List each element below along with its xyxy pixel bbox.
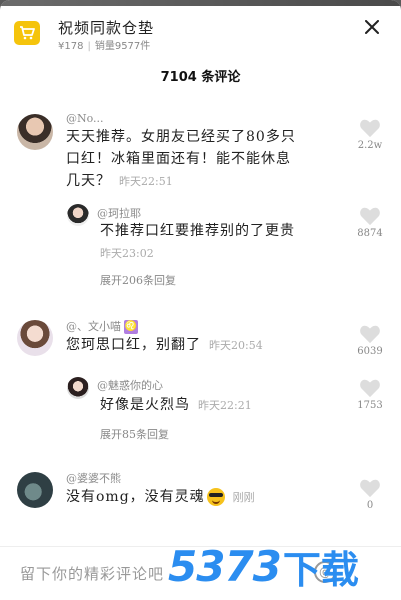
expand-replies-link[interactable]: 展开85条回复: [100, 426, 169, 442]
comment-input[interactable]: 留下你的精彩评论吧: [20, 563, 164, 584]
comment-text: 好像是火烈鸟 昨天22:21: [100, 394, 340, 417]
close-icon[interactable]: [361, 16, 383, 38]
comment-username[interactable]: @、文小喵 ♌: [66, 318, 138, 334]
comment-line: 您珂思口红，别翻了: [66, 337, 201, 353]
avatar[interactable]: [67, 377, 89, 399]
comment-text: 不推荐口红要推荐别的了更贵 昨天23:02: [100, 220, 340, 265]
comment-sheet: 祝频同款仓垫 ¥178 | 销量9577件 7104 条评论 @No... 天天推荐…: [0, 0, 401, 600]
product-price: ¥178: [58, 41, 84, 52]
username-text: @、文小喵: [66, 320, 121, 333]
sunglasses-emoji-icon: [206, 488, 225, 506]
comment-username[interactable]: @魅惑你的心: [97, 377, 163, 393]
comment-text: 没有omg，没有灵魂 刚刚: [66, 486, 336, 509]
product-bar[interactable]: 祝频同款仓垫 ¥178 | 销量9577件: [0, 8, 401, 54]
comment-line: 不推荐口红要推荐别的了更贵: [100, 223, 295, 239]
comment-time: 刚刚: [232, 491, 255, 504]
heart-icon: [360, 207, 380, 226]
watermark-logo: 5373 下载: [168, 536, 359, 596]
comment-line: 好像是火烈鸟: [100, 397, 190, 413]
comment-time: 昨天22:51: [119, 175, 173, 188]
avatar[interactable]: [17, 472, 53, 508]
avatar[interactable]: [17, 320, 53, 356]
comment-line: 口红！冰箱里面还有！能不能休息: [66, 151, 291, 167]
comment-line: 几天？: [66, 173, 111, 189]
comment-count-title: 7104 条评论: [160, 70, 241, 85]
comment-item: @婆婆不熊 没有omg，没有灵魂 刚刚 0: [0, 468, 401, 528]
cart-icon[interactable]: [14, 21, 40, 45]
expand-replies-link[interactable]: 展开206条回复: [100, 272, 176, 288]
comment-line: 没有omg，没有灵魂: [66, 489, 205, 505]
avatar[interactable]: [17, 114, 53, 150]
like-count: 6039: [357, 346, 383, 357]
comment-text: 天天推荐。女朋友已经买了80多只 口红！冰箱里面还有！能不能休息 几天？ 昨天22…: [66, 126, 336, 193]
reply-item: @珂拉耶 不推荐口红要推荐别的了更贵 昨天23:02 展开206条回复 8874: [0, 202, 401, 292]
watermark-number: 5373: [168, 541, 282, 591]
reply-item: @魅惑你的心 好像是火烈鸟 昨天22:21 展开85条回复 1753: [0, 374, 401, 444]
comment-time: 昨天23:02: [100, 247, 154, 260]
zodiac-badge: ♌: [124, 320, 138, 334]
like-count: 1753: [357, 400, 383, 411]
avatar[interactable]: [67, 204, 89, 226]
watermark-text: 下载: [282, 547, 359, 592]
meta-divider: |: [87, 41, 91, 52]
comment-text: 您珂思口红，别翻了 昨天20:54: [66, 334, 336, 357]
comment-time: 昨天22:21: [198, 399, 252, 412]
comment-time: 昨天20:54: [209, 339, 263, 352]
like-button[interactable]: 2.2w: [355, 118, 385, 151]
comment-username[interactable]: @No...: [66, 112, 104, 125]
like-button[interactable]: 6039: [355, 324, 385, 357]
heart-icon: [360, 325, 380, 344]
heart-icon: [360, 479, 380, 498]
like-button[interactable]: 0: [355, 478, 385, 511]
comment-item: @、文小喵 ♌ 您珂思口红，别翻了 昨天20:54 6039: [0, 316, 401, 366]
like-button[interactable]: 8874: [355, 206, 385, 239]
heart-icon: [360, 379, 380, 398]
product-sales: 销量9577件: [94, 41, 151, 52]
comment-username[interactable]: @婆婆不熊: [66, 470, 121, 486]
like-count: 2.2w: [357, 140, 383, 151]
like-button[interactable]: 1753: [355, 378, 385, 411]
like-count: 8874: [357, 228, 383, 239]
heart-icon: [360, 119, 380, 138]
comment-item: @No... 天天推荐。女朋友已经买了80多只 口红！冰箱里面还有！能不能休息 …: [0, 110, 401, 190]
product-title[interactable]: 祝频同款仓垫: [58, 17, 154, 38]
product-meta: ¥178 | 销量9577件: [58, 37, 150, 52]
comment-username[interactable]: @珂拉耶: [97, 205, 141, 221]
comment-line: 天天推荐。女朋友已经买了80多只: [66, 129, 296, 145]
video-backdrop-strip: [0, 0, 401, 6]
like-count: 0: [366, 500, 374, 511]
